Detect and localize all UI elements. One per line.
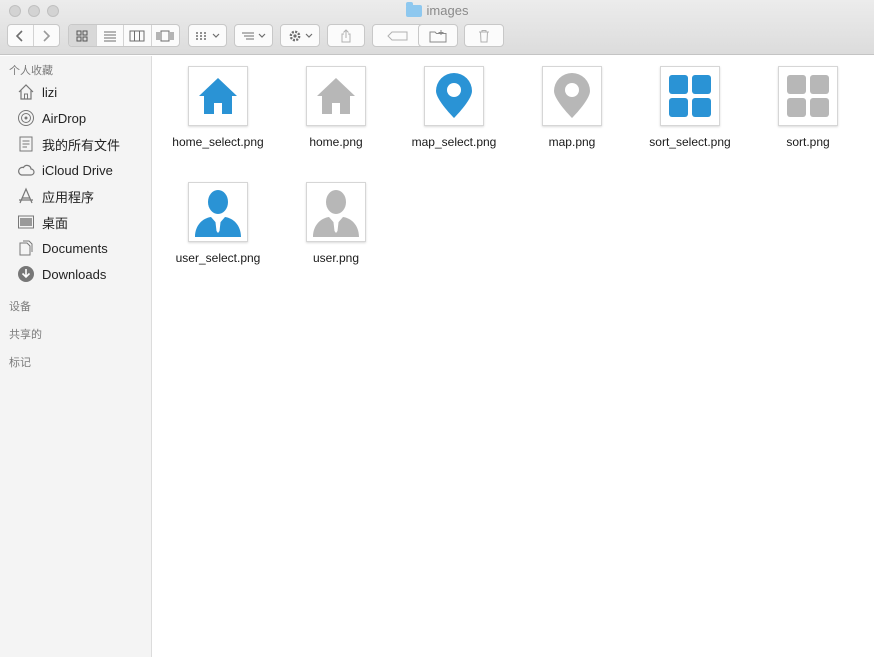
sidebar-item-label: 我的所有文件 <box>42 137 121 153</box>
sidebar-section-shared[interactable]: 共享的 <box>9 326 42 342</box>
icon-view-button[interactable] <box>69 25 97 46</box>
window-title-text: images <box>426 3 469 18</box>
home-icon <box>17 83 35 101</box>
new-folder-button[interactable] <box>418 24 458 47</box>
action-button[interactable] <box>280 24 320 47</box>
sort-lines-icon <box>242 32 254 39</box>
tag-button[interactable] <box>372 24 424 47</box>
downloads-icon <box>17 265 35 283</box>
home-icon <box>199 78 237 114</box>
sidebar-item-home[interactable]: lizi <box>17 81 57 103</box>
list-view-icon <box>103 31 116 41</box>
chevron-down-icon <box>212 33 220 38</box>
list-view-button[interactable] <box>97 25 124 46</box>
file-name: map.png <box>548 135 596 149</box>
chevron-down-icon <box>305 33 312 38</box>
user-icon <box>313 190 359 237</box>
sidebar-item-desktop[interactable]: 桌面 <box>17 211 68 233</box>
trash-icon <box>479 29 489 42</box>
all-files-icon <box>17 135 35 153</box>
file-thumbnail <box>660 66 720 126</box>
map-pin-icon <box>554 73 590 118</box>
file-item[interactable]: sort_select.png <box>631 66 749 149</box>
sidebar-item-applications[interactable]: 应用程序 <box>17 185 94 207</box>
sidebar-item-downloads[interactable]: Downloads <box>17 263 106 285</box>
titlebar-toolbar: images <box>0 0 874 55</box>
sidebar-item-label: AirDrop <box>42 110 87 126</box>
applications-icon <box>17 187 35 205</box>
arrange-grid-icon <box>196 31 206 40</box>
trash-button[interactable] <box>464 24 504 47</box>
sidebar-item-label: lizi <box>42 84 58 100</box>
gear-icon <box>289 30 300 41</box>
desktop-icon <box>17 213 35 231</box>
icon-view-icon <box>76 30 88 41</box>
file-name: user.png <box>312 251 360 265</box>
file-item[interactable]: home.png <box>277 66 395 149</box>
grid-icon <box>669 75 711 117</box>
file-thumbnail <box>306 182 366 242</box>
file-thumbnail <box>778 66 838 126</box>
map-pin-icon <box>436 73 472 118</box>
sidebar-section-tags[interactable]: 标记 <box>9 354 31 370</box>
file-thumbnail <box>306 66 366 126</box>
sidebar-item-label: Documents <box>42 240 108 256</box>
file-thumbnail <box>424 66 484 126</box>
file-name: sort_select.png <box>649 135 731 149</box>
sidebar-item-label: 应用程序 <box>42 189 95 205</box>
file-thumbnail <box>542 66 602 126</box>
airdrop-icon <box>17 109 35 127</box>
sidebar-item-documents[interactable]: Documents <box>17 237 108 259</box>
home-icon <box>317 78 355 114</box>
file-thumbnail <box>188 182 248 242</box>
sidebar: 个人收藏 lizi AirDrop 我的所有文件 iCloud Drive 应用… <box>0 56 152 657</box>
folder-icon <box>405 1 422 17</box>
sidebar-section-favorites: 个人收藏 <box>9 65 53 77</box>
file-item[interactable]: map_select.png <box>395 66 513 149</box>
file-name: sort.png <box>786 135 830 149</box>
chevron-right-icon <box>43 29 51 42</box>
file-name: map_select.png <box>411 135 497 149</box>
new-folder-icon <box>429 29 447 42</box>
sidebar-section-devices[interactable]: 设备 <box>9 298 31 314</box>
share-button[interactable] <box>327 24 365 47</box>
forward-button[interactable] <box>34 25 59 46</box>
file-name: home.png <box>309 135 363 149</box>
file-thumbnail <box>188 66 248 126</box>
sidebar-item-all-files[interactable]: 我的所有文件 <box>17 133 120 155</box>
file-item[interactable]: user_select.png <box>159 182 277 265</box>
file-item[interactable]: map.png <box>513 66 631 149</box>
documents-icon <box>17 239 35 257</box>
sidebar-item-label: Downloads <box>42 266 107 282</box>
file-name: user_select.png <box>175 251 261 265</box>
file-item[interactable]: home_select.png <box>159 66 277 149</box>
arrange-button[interactable] <box>188 24 227 47</box>
sidebar-item-airdrop[interactable]: AirDrop <box>17 107 86 129</box>
cover-flow-icon <box>156 30 174 41</box>
cover-flow-button[interactable] <box>152 25 179 46</box>
back-button[interactable] <box>8 25 34 46</box>
file-grid: home_select.png home.png map_select.png <box>153 56 874 657</box>
chevron-down-icon <box>258 33 266 38</box>
file-name: home_select.png <box>172 135 264 149</box>
nav-buttons <box>7 24 60 47</box>
user-icon <box>195 190 241 237</box>
grid-icon <box>787 75 829 117</box>
column-view-icon <box>129 30 145 41</box>
sidebar-item-icloud[interactable]: iCloud Drive <box>17 159 113 181</box>
view-mode-control <box>68 24 180 47</box>
finder-window: images 个人收藏 lizi AirDrop 我的所有文件 iCloud D… <box>0 0 874 657</box>
tag-icon <box>387 31 408 40</box>
window-title: images <box>0 1 874 18</box>
file-item[interactable]: sort.png <box>749 66 867 149</box>
column-view-button[interactable] <box>124 25 152 46</box>
chevron-left-icon <box>16 29 23 42</box>
share-icon <box>341 28 351 42</box>
sort-button[interactable] <box>234 24 273 47</box>
sidebar-item-label: iCloud Drive <box>42 162 113 178</box>
file-item[interactable]: user.png <box>277 182 395 265</box>
sidebar-item-label: 桌面 <box>42 215 69 231</box>
cloud-icon <box>17 161 35 179</box>
